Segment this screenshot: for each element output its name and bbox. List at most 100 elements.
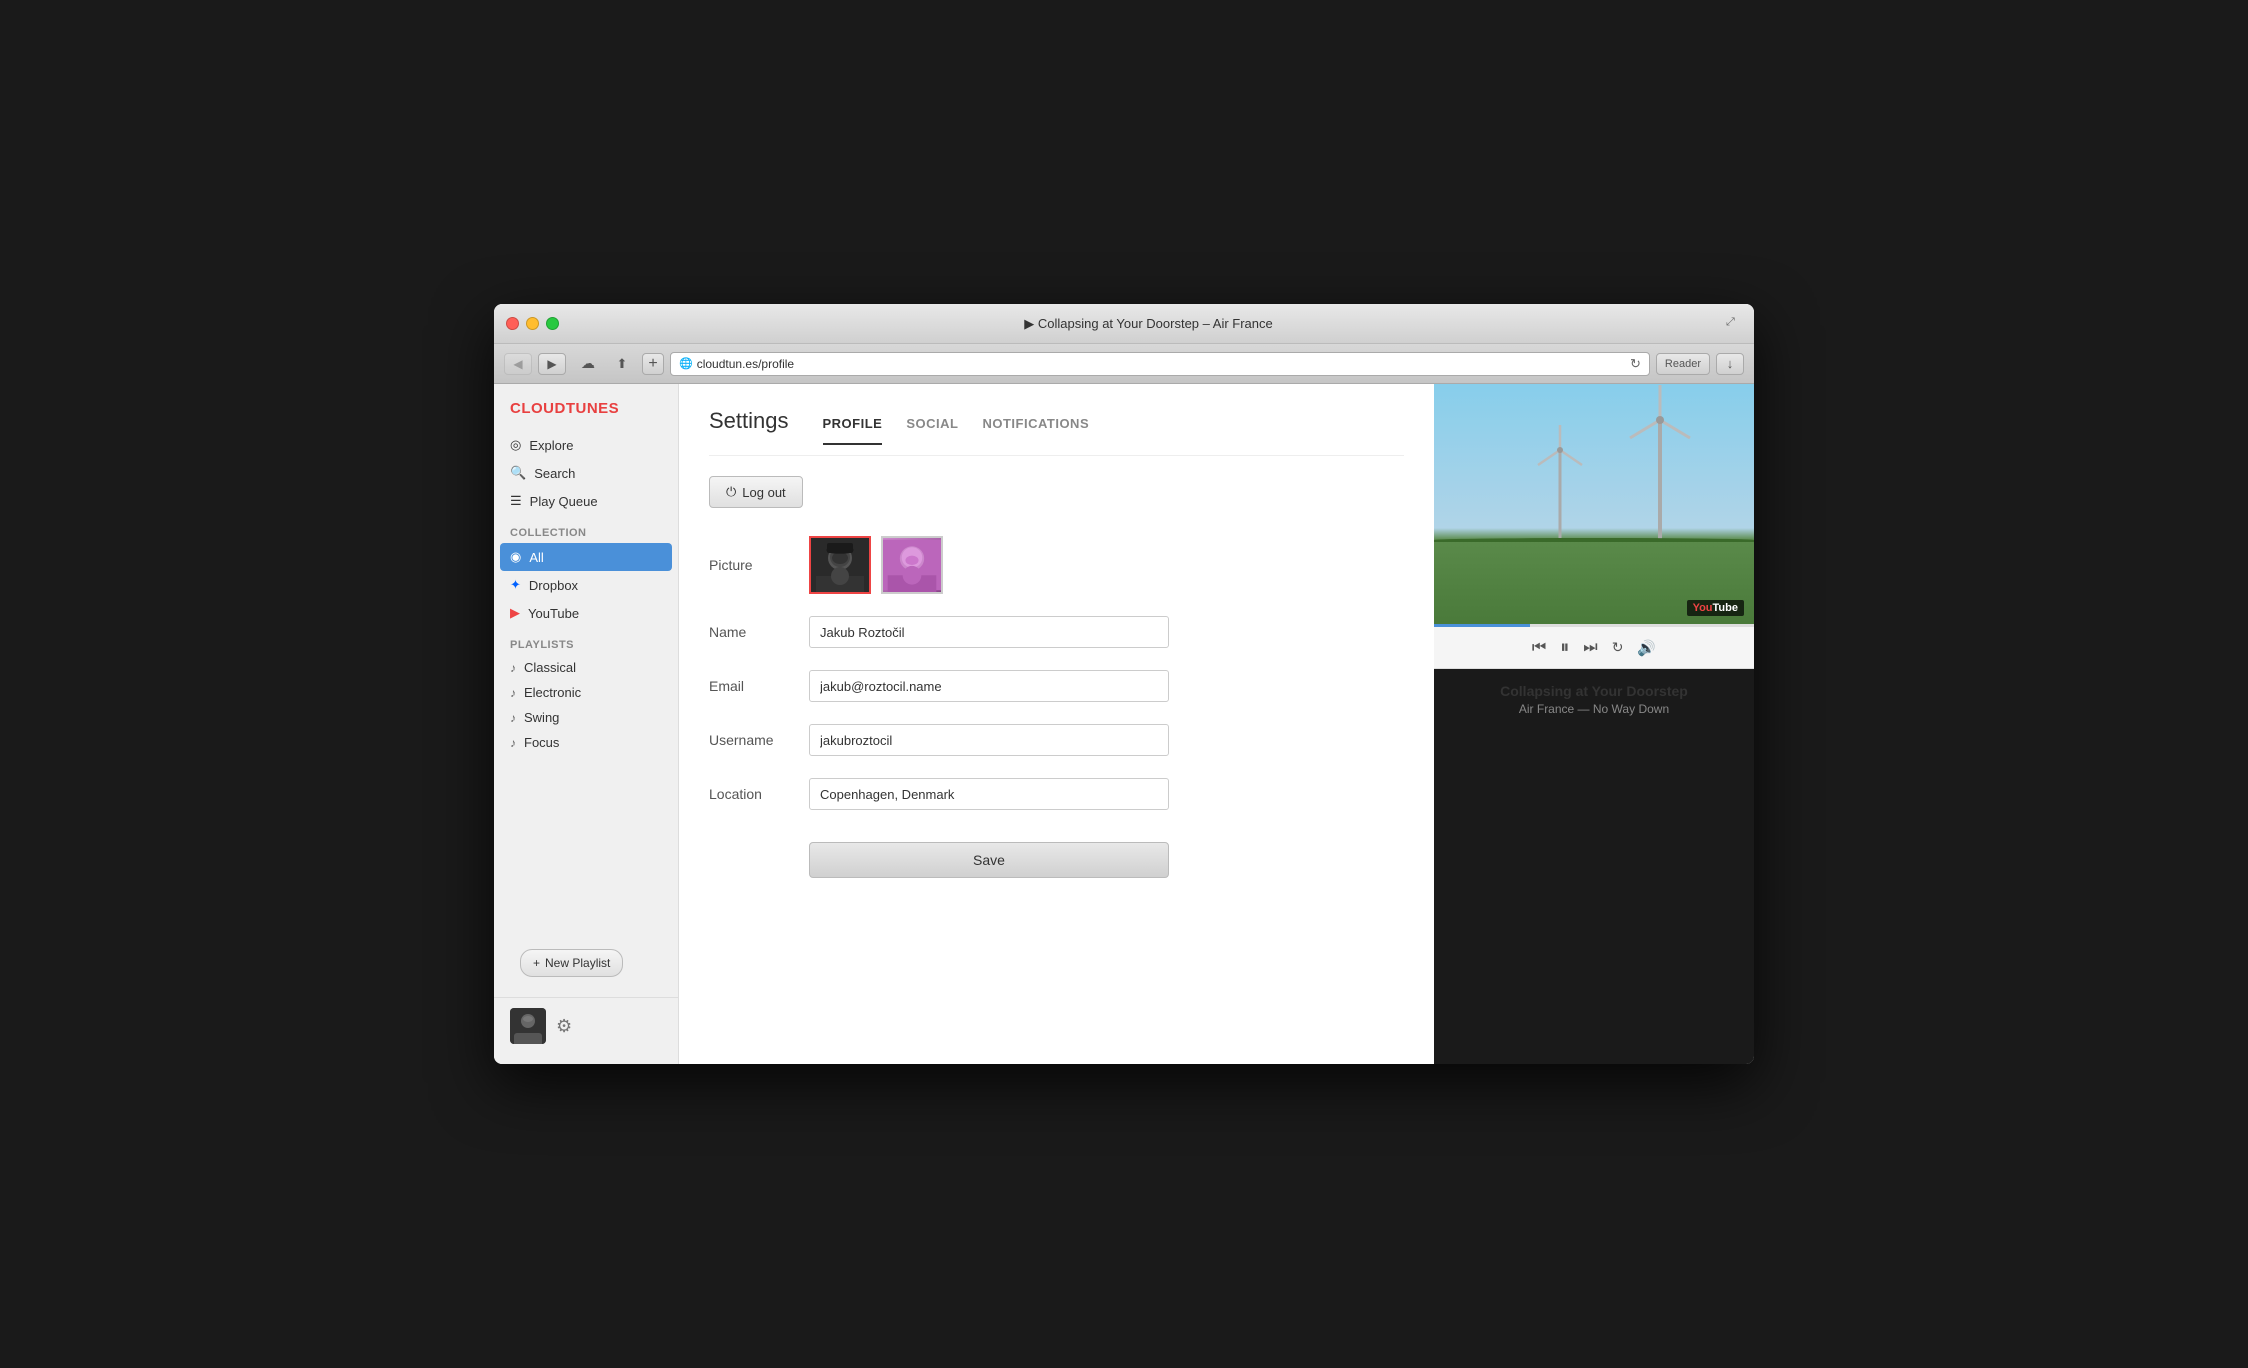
share-button[interactable]: ⬆ bbox=[608, 353, 636, 375]
url-text: cloudtun.es/profile bbox=[697, 357, 1622, 371]
expand-icon[interactable]: ⤢ bbox=[1726, 316, 1742, 332]
tab-social[interactable]: SOCIAL bbox=[906, 416, 958, 443]
sidebar-item-classical[interactable]: ♪ Classical bbox=[494, 655, 678, 680]
sidebar-item-explore[interactable]: ◎ Explore bbox=[494, 431, 678, 459]
reader-button[interactable]: Reader bbox=[1656, 353, 1710, 375]
close-button[interactable] bbox=[506, 317, 519, 330]
video-area: YouTube bbox=[1434, 384, 1754, 624]
email-row: Email bbox=[709, 670, 1404, 702]
pause-button[interactable]: ⏸ bbox=[1560, 637, 1569, 658]
back-button[interactable]: ◀ bbox=[504, 353, 532, 375]
new-playlist-button[interactable]: + New Playlist bbox=[520, 949, 623, 977]
next-button[interactable]: ⏭ bbox=[1583, 639, 1597, 657]
music-icon: ♪ bbox=[510, 736, 516, 750]
sidebar-item-swing[interactable]: ♪ Swing bbox=[494, 705, 678, 730]
logout-button[interactable]: ⏻ Log out bbox=[709, 476, 803, 508]
sidebar-item-youtube[interactable]: ▶ YouTube bbox=[494, 599, 678, 627]
player-controls: ⏮ ⏸ ⏭ ↻ 🔊 bbox=[1434, 627, 1754, 669]
playlist-label: Electronic bbox=[524, 685, 581, 700]
sidebar-item-search[interactable]: 🔍 Search bbox=[494, 459, 678, 487]
sidebar-item-label: All bbox=[529, 550, 543, 565]
location-input[interactable] bbox=[809, 778, 1169, 810]
sidebar-item-label: Search bbox=[534, 466, 575, 481]
address-bar[interactable]: 🌐 cloudtun.es/profile ↻ bbox=[670, 352, 1650, 376]
playlist-label: Swing bbox=[524, 710, 559, 725]
reload-icon[interactable]: ↻ bbox=[1630, 356, 1641, 372]
sidebar-item-label: Explore bbox=[529, 438, 573, 453]
save-label: Save bbox=[973, 852, 1005, 868]
app-logo: CLOUDTUNES bbox=[494, 400, 678, 431]
maximize-button[interactable] bbox=[546, 317, 559, 330]
sidebar-item-playqueue[interactable]: ☰ Play Queue bbox=[494, 487, 678, 515]
user-avatar[interactable] bbox=[510, 1008, 546, 1044]
share-icon: ⬆ bbox=[617, 356, 628, 372]
settings-icon[interactable]: ⚙ bbox=[556, 1016, 572, 1037]
youtube-logo: YouTube bbox=[1687, 600, 1744, 616]
refresh-button[interactable]: ↻ bbox=[1612, 639, 1624, 657]
email-input[interactable] bbox=[809, 670, 1169, 702]
video-scene bbox=[1434, 384, 1754, 624]
collection-section-label: COLLECTION bbox=[494, 515, 678, 543]
downloads-button[interactable]: ↓ bbox=[1716, 353, 1744, 375]
dropbox-icon: ✦ bbox=[510, 577, 521, 593]
sidebar-item-label: Play Queue bbox=[530, 494, 598, 509]
picture-container bbox=[809, 536, 943, 594]
secure-icon: 🌐 bbox=[679, 357, 693, 370]
plus-icon: + bbox=[533, 956, 540, 970]
track-subtitle: Air France — No Way Down bbox=[1450, 702, 1738, 716]
new-tab-button[interactable]: + bbox=[642, 353, 664, 375]
save-button[interactable]: Save bbox=[809, 842, 1169, 878]
logout-label: Log out bbox=[742, 485, 785, 500]
browser-toolbar: ◀ ▶ ☁ ⬆ + 🌐 cloudtun.es/profile ↻ Reader… bbox=[494, 344, 1754, 384]
cloud-button[interactable]: ☁ bbox=[574, 353, 602, 375]
traffic-lights bbox=[506, 317, 559, 330]
forward-icon: ▶ bbox=[547, 357, 556, 371]
prev-button[interactable]: ⏮ bbox=[1532, 639, 1546, 657]
all-icon: ◉ bbox=[510, 549, 521, 565]
minimize-button[interactable] bbox=[526, 317, 539, 330]
tab-profile[interactable]: PROFILE bbox=[823, 416, 883, 445]
music-icon: ♪ bbox=[510, 711, 516, 725]
downloads-icon: ↓ bbox=[1727, 356, 1734, 371]
tab-notifications[interactable]: NOTIFICATIONS bbox=[982, 416, 1089, 443]
forward-button[interactable]: ▶ bbox=[538, 353, 566, 375]
username-input[interactable] bbox=[809, 724, 1169, 756]
name-label: Name bbox=[709, 624, 809, 640]
email-label: Email bbox=[709, 678, 809, 694]
back-icon: ◀ bbox=[513, 357, 522, 371]
youtube-icon: ▶ bbox=[510, 605, 520, 621]
sidebar-item-dropbox[interactable]: ✦ Dropbox bbox=[494, 571, 678, 599]
volume-button[interactable]: 🔊 bbox=[1637, 639, 1656, 657]
track-title: Collapsing at Your Doorstep bbox=[1450, 683, 1738, 699]
name-row: Name bbox=[709, 616, 1404, 648]
sidebar-item-label: YouTube bbox=[528, 606, 579, 621]
search-icon: 🔍 bbox=[510, 465, 526, 481]
sidebar-item-all[interactable]: ◉ All bbox=[500, 543, 672, 571]
music-icon: ♪ bbox=[510, 686, 516, 700]
volume-icon: 🔊 bbox=[1637, 640, 1656, 657]
username-label: Username bbox=[709, 732, 809, 748]
playlist-label: Classical bbox=[524, 660, 576, 675]
avatar-secondary[interactable] bbox=[881, 536, 943, 594]
refresh-icon: ↻ bbox=[1612, 639, 1624, 655]
prev-icon: ⏮ bbox=[1532, 639, 1546, 656]
name-input[interactable] bbox=[809, 616, 1169, 648]
avatar-primary[interactable] bbox=[809, 536, 871, 594]
playlist-label: Focus bbox=[524, 735, 559, 750]
sidebar: CLOUDTUNES ◎ Explore 🔍 Search ☰ Play Que… bbox=[494, 384, 679, 1064]
username-row: Username bbox=[709, 724, 1404, 756]
explore-icon: ◎ bbox=[510, 437, 521, 453]
pause-icon: ⏸ bbox=[1560, 637, 1569, 657]
queue-icon: ☰ bbox=[510, 493, 522, 509]
new-playlist-label: New Playlist bbox=[545, 956, 610, 970]
track-info: Collapsing at Your Doorstep Air France —… bbox=[1434, 669, 1754, 730]
sidebar-item-electronic[interactable]: ♪ Electronic bbox=[494, 680, 678, 705]
next-icon: ⏭ bbox=[1583, 639, 1597, 656]
window-title: ▶ Collapsing at Your Doorstep – Air Fran… bbox=[571, 316, 1726, 332]
location-label: Location bbox=[709, 786, 809, 802]
picture-label: Picture bbox=[709, 557, 809, 573]
settings-content: Settings PROFILE SOCIAL NOTIFICATIONS ⏻ … bbox=[679, 384, 1434, 1064]
sidebar-item-focus[interactable]: ♪ Focus bbox=[494, 730, 678, 755]
cloud-icon: ☁ bbox=[581, 355, 595, 372]
main-content: CLOUDTUNES ◎ Explore 🔍 Search ☰ Play Que… bbox=[494, 384, 1754, 1064]
